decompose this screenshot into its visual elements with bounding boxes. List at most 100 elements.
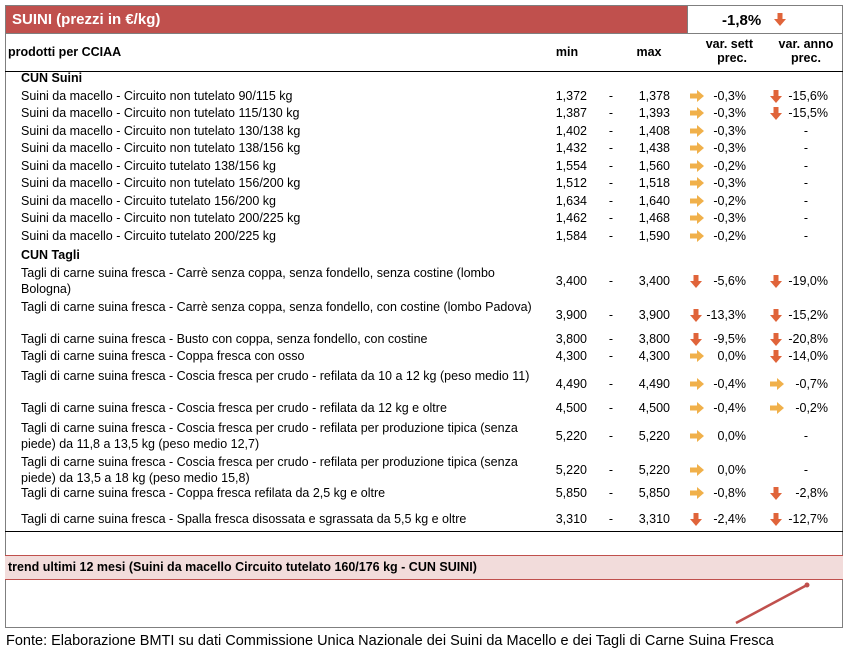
arrow-down-icon <box>770 275 784 289</box>
var-week-value: -0,2% <box>713 229 746 243</box>
range-separator: - <box>608 194 614 208</box>
product-name: Suini da macello - Circuito non tutelato… <box>21 124 301 138</box>
product-name: Suini da macello - Circuito tutelato 156… <box>21 194 277 208</box>
price-max: 4,500 <box>638 401 670 415</box>
var-week-value: -0,3% <box>713 141 746 155</box>
range-separator: - <box>608 308 614 322</box>
var-week-value: -0,8% <box>713 486 746 500</box>
var-year-value: - <box>803 141 809 155</box>
price-max: 5,220 <box>638 463 670 477</box>
price-min: 1,634 <box>555 194 587 208</box>
var-week-value: -0,3% <box>713 124 746 138</box>
var-year-value: -20,8% <box>788 332 828 346</box>
price-min: 3,800 <box>555 332 587 346</box>
range-separator: - <box>608 211 614 225</box>
var-week-value: -9,5% <box>713 332 746 346</box>
arrow-right-icon <box>690 487 704 501</box>
price-min: 1,584 <box>555 229 587 243</box>
price-min: 5,850 <box>555 486 587 500</box>
trend-label: trend ultimi 12 mesi (Suini da macello C… <box>8 560 477 574</box>
arrow-right-icon <box>690 464 704 478</box>
var-year-value: - <box>803 124 809 138</box>
var-year-value: -12,7% <box>788 512 828 526</box>
range-separator: - <box>608 429 614 443</box>
arrow-right-icon <box>770 402 784 416</box>
overall-change-value: -1,8% <box>722 12 762 29</box>
var-week-value: -0,3% <box>713 106 746 120</box>
arrow-down-icon <box>690 275 704 289</box>
var-week-value: -13,3% <box>706 308 746 322</box>
price-max: 4,300 <box>638 349 670 363</box>
arrow-down-icon <box>770 333 784 347</box>
product-name: Suini da macello - Circuito tutelato 200… <box>21 229 277 243</box>
arrow-down-icon <box>770 513 784 527</box>
product-name: Tagli di carne suina fresca - Coscia fre… <box>21 421 518 451</box>
price-max: 4,490 <box>638 377 670 391</box>
title-bar: SUINI (prezzi in €/kg) <box>5 5 688 34</box>
var-year-value: -15,5% <box>788 106 828 120</box>
arrow-right-icon <box>690 350 704 364</box>
column-header-var-year: var. anno prec. <box>770 37 842 65</box>
range-separator: - <box>608 274 614 288</box>
arrow-down-icon <box>690 309 704 323</box>
var-year-value: -19,0% <box>788 274 828 288</box>
column-header-var-week: var. sett prec. <box>685 37 753 65</box>
var-week-value: 0,0% <box>717 349 747 363</box>
price-min: 3,900 <box>555 308 587 322</box>
column-header-var-week-line2: prec. <box>717 51 747 65</box>
price-max: 3,800 <box>638 332 670 346</box>
range-separator: - <box>608 176 614 190</box>
section-title-cun-tagli: CUN Tagli <box>21 248 80 262</box>
arrow-right-icon <box>690 107 704 121</box>
section-title-cun-suini: CUN Suini <box>21 71 83 85</box>
product-name: Suini da macello - Circuito non tutelato… <box>21 106 300 120</box>
table-header: prodotti per CCIAA min max var. sett pre… <box>5 34 843 72</box>
var-week-value: -0,3% <box>713 176 746 190</box>
price-min: 1,432 <box>555 141 587 155</box>
var-year-value: - <box>803 229 809 243</box>
var-year-value: -15,6% <box>788 89 828 103</box>
arrow-down-icon <box>770 309 784 323</box>
price-max: 3,900 <box>638 308 670 322</box>
product-name: Tagli di carne suina fresca - Coppa fres… <box>21 349 305 363</box>
arrow-right-icon <box>690 230 704 244</box>
range-separator: - <box>608 486 614 500</box>
product-name: Tagli di carne suina fresca - Carrè senz… <box>21 300 532 314</box>
product-name: Tagli di carne suina fresca - Coscia fre… <box>21 369 530 383</box>
price-max: 1,438 <box>638 141 670 155</box>
product-name: Suini da macello - Circuito non tutelato… <box>21 141 301 155</box>
price-min: 3,400 <box>555 274 587 288</box>
var-year-value: - <box>803 429 809 443</box>
var-week-value: -5,6% <box>713 274 746 288</box>
range-separator: - <box>608 512 614 526</box>
price-max: 1,393 <box>638 106 670 120</box>
arrow-down-icon <box>770 107 784 121</box>
arrow-right-icon <box>690 212 704 226</box>
range-separator: - <box>608 159 614 173</box>
arrow-down-icon <box>770 90 784 104</box>
var-week-value: -0,3% <box>713 211 746 225</box>
source-note: Fonte: Elaborazione BMTI su dati Commiss… <box>6 633 774 649</box>
var-week-value: -0,3% <box>713 89 746 103</box>
range-separator: - <box>608 332 614 346</box>
trend-line-marker <box>804 582 810 588</box>
column-header-var-year-line2: prec. <box>791 51 821 65</box>
var-week-value: -0,2% <box>713 194 746 208</box>
price-max: 1,518 <box>638 176 670 190</box>
price-max: 1,378 <box>638 89 670 103</box>
trend-chart-svg <box>735 582 810 625</box>
var-year-value: - <box>803 176 809 190</box>
var-week-value: -0,2% <box>713 159 746 173</box>
overall-change-box: -1,8% <box>688 5 843 34</box>
table-bottom-divider <box>5 531 843 532</box>
product-name: Tagli di carne suina fresca - Spalla fre… <box>21 512 467 526</box>
price-min: 5,220 <box>555 463 587 477</box>
var-year-value: -2,8% <box>795 486 828 500</box>
arrow-right-icon <box>690 378 704 392</box>
product-name: Suini da macello - Circuito non tutelato… <box>21 89 293 103</box>
range-separator: - <box>608 124 614 138</box>
trend-line <box>735 583 808 625</box>
var-week-value: 0,0% <box>717 463 747 477</box>
price-min: 1,554 <box>555 159 587 173</box>
var-year-value: - <box>803 159 809 173</box>
